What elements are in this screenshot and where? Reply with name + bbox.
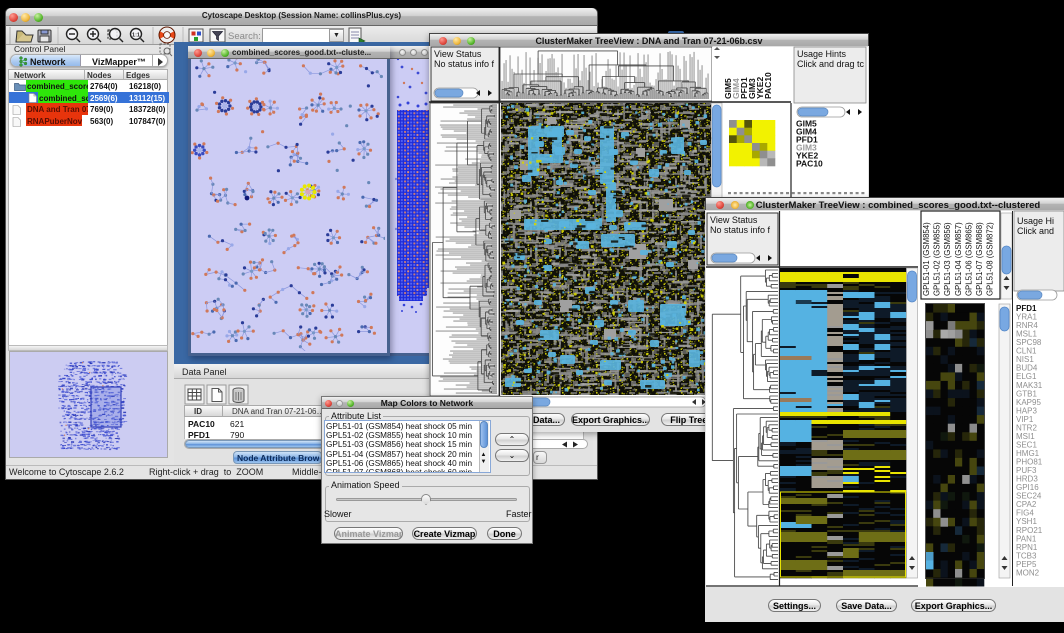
svg-text:GPL51-08 (GSM872): GPL51-08 (GSM872) (986, 222, 995, 296)
svg-text:Usage Hi: Usage Hi (1017, 216, 1054, 226)
svg-text:View Status: View Status (710, 215, 758, 225)
svg-text:No status info f: No status info f (434, 59, 495, 69)
svg-text:Usage Hints: Usage Hints (797, 49, 847, 59)
svg-text:GPL51-07 (GSM868): GPL51-07 (GSM868) (975, 222, 984, 296)
svg-text:GPL51-06 (GSM865): GPL51-06 (GSM865) (964, 222, 973, 296)
svg-text:GPL51-03 (GSM856): GPL51-03 (GSM856) (943, 222, 952, 296)
svg-text:GPL51-04 (GSM857): GPL51-04 (GSM857) (954, 222, 963, 296)
svg-text:MON2: MON2 (1016, 568, 1040, 577)
svg-text:View Status: View Status (434, 49, 482, 59)
svg-text:No status info f: No status info f (710, 225, 771, 235)
svg-text:PAC10: PAC10 (796, 159, 823, 169)
svg-text:GPL51-02 (GSM855): GPL51-02 (GSM855) (933, 222, 942, 296)
svg-text:Click and drag tc: Click and drag tc (797, 59, 865, 69)
svg-text:Click and: Click and (1017, 226, 1054, 236)
svg-text:PAC10: PAC10 (763, 72, 773, 99)
svg-text:GPL51-01 (GSM854): GPL51-01 (GSM854) (922, 222, 931, 296)
